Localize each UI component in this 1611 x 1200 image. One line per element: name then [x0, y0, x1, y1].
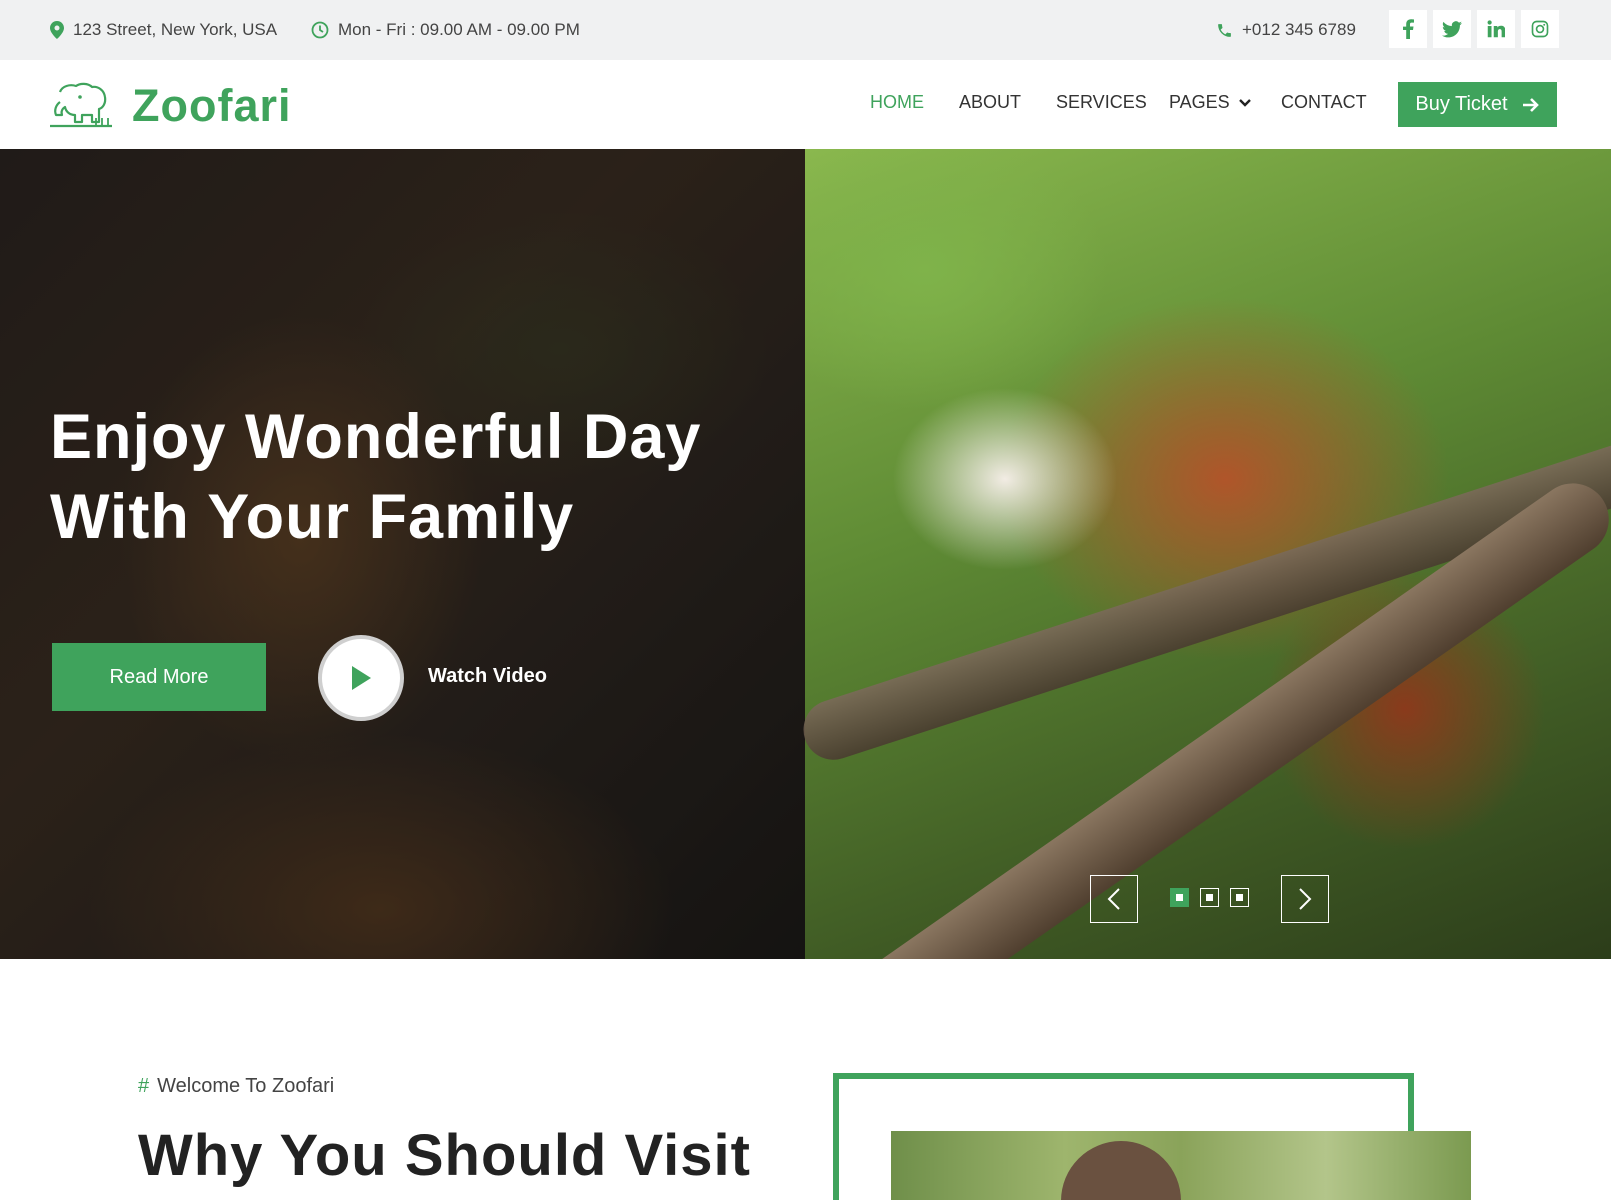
section-title: Why You Should Visit — [138, 1123, 751, 1188]
about-photo — [891, 1131, 1471, 1200]
hero-title-line-1: Enjoy Wonderful Day — [50, 402, 702, 472]
hash-icon: # — [138, 1075, 150, 1097]
chevron-down-icon — [1238, 99, 1251, 107]
facebook-icon[interactable] — [1389, 10, 1427, 48]
hours-info: Mon - Fri : 09.00 AM - 09.00 PM — [311, 18, 580, 42]
nav-pages[interactable]: PAGES — [1169, 92, 1251, 113]
brand-name: Zoofari — [132, 79, 292, 131]
address-info: 123 Street, New York, USA — [50, 18, 277, 42]
nav-pages-label: PAGES — [1169, 92, 1230, 112]
section-tag-text: Welcome To Zoofari — [157, 1075, 335, 1097]
hero-title: Enjoy Wonderful Day With Your Family — [50, 397, 770, 557]
phone-info[interactable]: +012 345 6789 — [1216, 18, 1356, 42]
chevron-left-icon — [1107, 888, 1120, 910]
hours-text: Mon - Fri : 09.00 AM - 09.00 PM — [338, 20, 580, 39]
play-icon — [352, 666, 371, 690]
top-bar: 123 Street, New York, USA Mon - Fri : 09… — [0, 0, 1611, 60]
slider-prev-button[interactable] — [1090, 875, 1138, 923]
buy-ticket-button[interactable]: Buy Ticket — [1398, 82, 1557, 127]
read-more-button[interactable]: Read More — [52, 643, 266, 711]
social-links — [1389, 10, 1559, 48]
address-text: 123 Street, New York, USA — [73, 20, 278, 39]
red-panda-photo — [795, 149, 1611, 959]
slider-dots — [1170, 888, 1249, 907]
arrow-right-icon — [1522, 97, 1539, 112]
hero-carousel: Enjoy Wonderful Day With Your Family Rea… — [0, 149, 1611, 959]
hero-title-line-2: With Your Family — [50, 482, 575, 552]
elephant-logo-icon — [50, 82, 112, 128]
instagram-icon[interactable] — [1521, 10, 1559, 48]
buy-ticket-label: Buy Ticket — [1415, 93, 1508, 115]
watch-video-link[interactable]: Watch Video — [428, 665, 547, 688]
brand-logo[interactable]: Zoofari — [50, 82, 292, 128]
phone-icon — [1218, 23, 1231, 37]
slider-dot[interactable] — [1170, 888, 1189, 907]
slider-next-button[interactable] — [1281, 875, 1329, 923]
twitter-icon[interactable] — [1433, 10, 1471, 48]
nav-about[interactable]: ABOUT — [959, 92, 1021, 113]
section-tag: # Welcome To Zoofari — [138, 1075, 334, 1098]
phone-text: +012 345 6789 — [1242, 20, 1356, 39]
nav-contact[interactable]: CONTACT — [1281, 92, 1367, 113]
slider-dot[interactable] — [1230, 888, 1249, 907]
main-navbar: Zoofari HOME ABOUT SERVICES PAGES CONTAC… — [0, 60, 1611, 149]
map-marker-icon — [50, 21, 64, 39]
nav-home[interactable]: HOME — [870, 92, 924, 113]
nav-services[interactable]: SERVICES — [1056, 92, 1147, 113]
linkedin-icon[interactable] — [1477, 10, 1515, 48]
play-video-button[interactable] — [318, 635, 404, 721]
chevron-right-icon — [1299, 888, 1312, 910]
clock-icon — [311, 21, 329, 39]
slider-dot[interactable] — [1200, 888, 1219, 907]
